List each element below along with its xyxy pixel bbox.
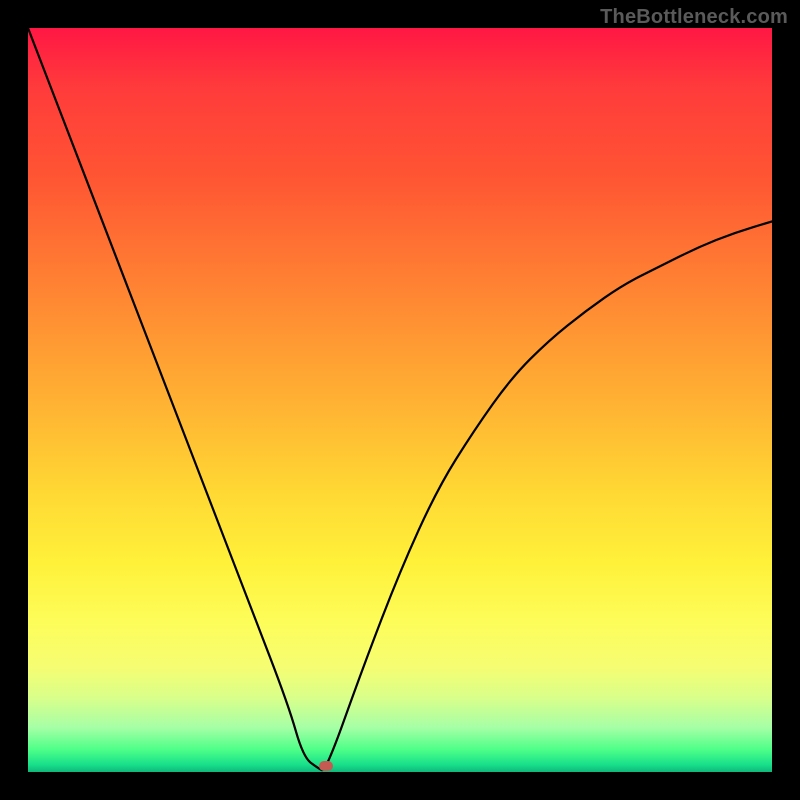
chart-frame: TheBottleneck.com: [0, 0, 800, 800]
watermark-text: TheBottleneck.com: [600, 6, 788, 29]
optimal-point-marker: [319, 761, 333, 771]
bottleneck-curve: [28, 28, 772, 772]
plot-area: [28, 28, 772, 772]
